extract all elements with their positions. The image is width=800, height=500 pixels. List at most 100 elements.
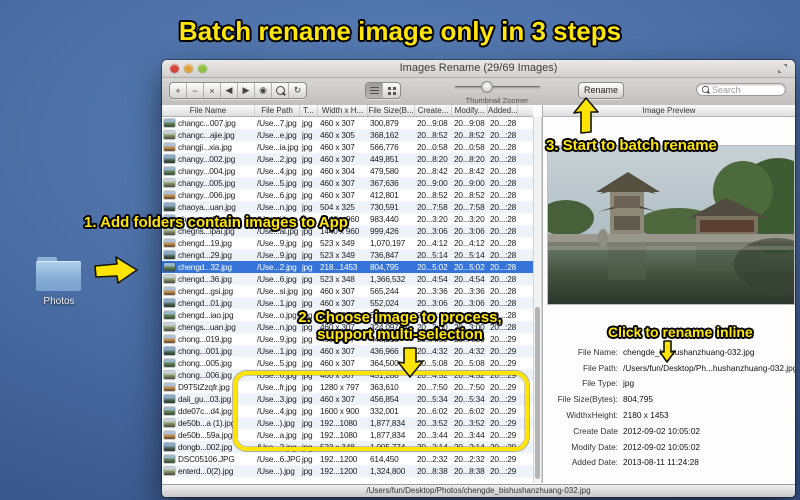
- cell: 1,366,532: [370, 274, 406, 284]
- column-header[interactable]: File Path: [255, 105, 300, 116]
- table-row[interactable]: changy...005.jpg/Use...5.jpg jpg 460 x 307…: [162, 177, 533, 189]
- file-name-cell: chengd...32.jpg: [162, 261, 255, 273]
- table-row[interactable]: chengd...32.jpg/Use...2.jpg jpg 218...1453…: [162, 261, 533, 273]
- column-header[interactable]: Width x H...: [318, 105, 368, 116]
- cell: /Use...1.jpg: [257, 346, 297, 356]
- cell: 1,070,197: [370, 238, 406, 248]
- cell: 20...9:00: [417, 178, 448, 188]
- preview-button[interactable]: ◉: [255, 83, 272, 98]
- next-button[interactable]: ▶: [238, 83, 255, 98]
- table-row[interactable]: changy...002.jpg/Use...2.jpg jpg 460 x 307…: [162, 153, 533, 165]
- column-header[interactable]: File Size(B...: [368, 105, 415, 116]
- metadata-value[interactable]: 2180 x 1453: [623, 410, 669, 420]
- cell: /Use...2.jpg: [257, 262, 297, 272]
- add-button[interactable]: +: [170, 83, 187, 98]
- cell: /Use...5.jpg: [257, 358, 297, 368]
- cell: 20...:28: [490, 274, 517, 284]
- table-row[interactable]: changc...007.jpg/Use...7.jpg jpg 460 x 307…: [162, 117, 533, 129]
- list-view-button[interactable]: [366, 83, 383, 98]
- metadata-value[interactable]: 2013-08-11 11:24:28: [623, 457, 699, 467]
- table-row[interactable]: chengd...19.jpg/Use...9.jpg jpg 523 x 349 1…: [162, 237, 533, 249]
- table-row[interactable]: chengd...36.jpg/Use...6.jpg jpg 523 x 348 1…: [162, 273, 533, 285]
- grid-view-button[interactable]: [383, 83, 400, 98]
- file-name-cell: changy...005.jpg: [162, 177, 255, 189]
- column-header[interactable]: File Name: [162, 105, 255, 116]
- metadata-row[interactable]: Added Date: 2013-08-11 11:24:28: [543, 455, 795, 471]
- column-header[interactable]: T...: [300, 105, 318, 116]
- thumbnail-zoom-slider[interactable]: [455, 81, 540, 93]
- metadata-value[interactable]: chengde_bishushanzhuang-032.jpg: [623, 347, 754, 357]
- cell: /Use...9.jpg: [257, 238, 297, 248]
- metadata-row[interactable]: File Size(Bytes): 804,795: [543, 391, 795, 407]
- thumbnail-icon: [164, 167, 175, 175]
- rename-button[interactable]: Rename: [578, 82, 624, 99]
- search-input[interactable]: [712, 84, 776, 95]
- table-row[interactable]: changy...004.jpg/Use...4.jpg jpg 460 x 304…: [162, 165, 533, 177]
- metadata-row[interactable]: File Type: jpg: [543, 376, 795, 392]
- cell: jpg: [302, 286, 313, 296]
- metadata-row[interactable]: File Name: chengde_bishushanzhuang-032.jp…: [543, 344, 795, 360]
- cell: 20...9:08: [454, 118, 485, 128]
- cell: 412,801: [370, 190, 399, 200]
- table-row[interactable]: changji...xia.jpg/Use...ia.jpg jpg 460 x 3…: [162, 141, 533, 153]
- table-row[interactable]: changy...006.jpg/Use...6.jpg jpg 460 x 307…: [162, 189, 533, 201]
- metadata-value[interactable]: 2012-09-02 10:05:02: [623, 442, 700, 452]
- column-header[interactable]: Added...: [488, 105, 518, 116]
- toolbar: + − × ◀ ▶ ◉ ↻ Thumbnail Zoomer Rename: [162, 78, 795, 106]
- cell: 460 x 307: [320, 178, 355, 188]
- table-row[interactable]: chengd...29.jpg/Use...9.jpg jpg 523 x 349 7…: [162, 249, 533, 261]
- photos-folder[interactable]: Photos: [36, 256, 82, 307]
- table-row[interactable]: chong...001.jpg/Use...1.jpg jpg 460 x 307 4…: [162, 345, 533, 357]
- cell: 20...8:52: [454, 130, 485, 140]
- cell: 565,244: [370, 286, 399, 296]
- cell: jpg: [302, 262, 313, 272]
- table-row[interactable]: changc...ajie.jpg/Use...e.jpg jpg 460 x 30…: [162, 129, 533, 141]
- file-name-cell: chengd...01.jpg: [162, 297, 255, 309]
- vertical-scrollbar[interactable]: [533, 117, 542, 483]
- table-row[interactable]: enterd...0(2).jpg/Use...).jpg jpg 192...12…: [162, 465, 533, 477]
- cell: 20...:29: [490, 346, 517, 356]
- table-row[interactable]: chengd...gsi.jpg/Use...si.jpg jpg 460 x 30…: [162, 285, 533, 297]
- metadata-row[interactable]: File Path: /Users/fun/Desktop/Ph...hushan…: [543, 360, 795, 376]
- file-name-cell: enterd...0(2).jpg: [162, 465, 255, 477]
- metadata-row[interactable]: WidthxHeight: 2180 x 1453: [543, 407, 795, 423]
- cell: 552,024: [370, 298, 399, 308]
- column-header[interactable]: Create...: [415, 105, 452, 116]
- cell: 20...7:58: [417, 202, 448, 212]
- table-row[interactable]: DSC05106.JPG/Use...6.JPG jpg 192...1200 614…: [162, 453, 533, 465]
- previous-button[interactable]: ◀: [221, 83, 238, 98]
- remove-button[interactable]: −: [187, 83, 204, 98]
- thumbnail-icon: [164, 119, 175, 127]
- cell: 20...0:58: [454, 142, 485, 152]
- refresh-button[interactable]: ↻: [289, 83, 306, 98]
- metadata-value[interactable]: jpg: [623, 378, 634, 388]
- search-field[interactable]: [696, 83, 786, 96]
- title-bar[interactable]: Images Rename (29/69 Images): [162, 60, 795, 78]
- cell: 367,636: [370, 178, 399, 188]
- cell: jpg: [302, 142, 313, 152]
- metadata-value[interactable]: /Users/fun/Desktop/Ph...hushanzhuang-032…: [623, 363, 795, 373]
- thumbnail-icon: [164, 131, 175, 139]
- metadata-value[interactable]: 2012-09-02 10:05:02: [623, 426, 700, 436]
- metadata-row[interactable]: Modify Date: 2012-09-02 10:05:02: [543, 439, 795, 455]
- table-row[interactable]: chong...005.jpg/Use...5.jpg jpg 460 x 307 3…: [162, 357, 533, 369]
- cell: 504 x 325: [320, 202, 355, 212]
- delete-button[interactable]: ×: [204, 83, 221, 98]
- cell: 460 x 305: [320, 130, 355, 140]
- table-row[interactable]: chengd...01.jpg/Use...1.jpg jpg 460 x 307 5…: [162, 297, 533, 309]
- column-header[interactable]: Modify...: [452, 105, 488, 116]
- fullscreen-icon[interactable]: [777, 63, 788, 74]
- cell: 368,162: [370, 130, 399, 140]
- preview-header: Image Preview: [543, 105, 795, 117]
- table-row[interactable]: chaoya...uan.jpg/Use...n.jpg jpg 504 x 325…: [162, 201, 533, 213]
- cell: jpg: [302, 274, 313, 284]
- cell: 20...3:20: [454, 214, 485, 224]
- scrollbar-thumb[interactable]: [535, 307, 540, 479]
- slider-knob[interactable]: [481, 81, 493, 93]
- metadata-fields: File Name: chengde_bishushanzhuang-032.jp…: [543, 344, 795, 470]
- cell: /Use...5.jpg: [257, 178, 297, 188]
- metadata-value[interactable]: 804,795: [623, 394, 653, 404]
- metadata-row[interactable]: Create Date 2012-09-02 10:05:02: [543, 423, 795, 439]
- search-button[interactable]: [272, 83, 289, 98]
- file-name-cell: chengs...uan.jpg: [162, 321, 255, 333]
